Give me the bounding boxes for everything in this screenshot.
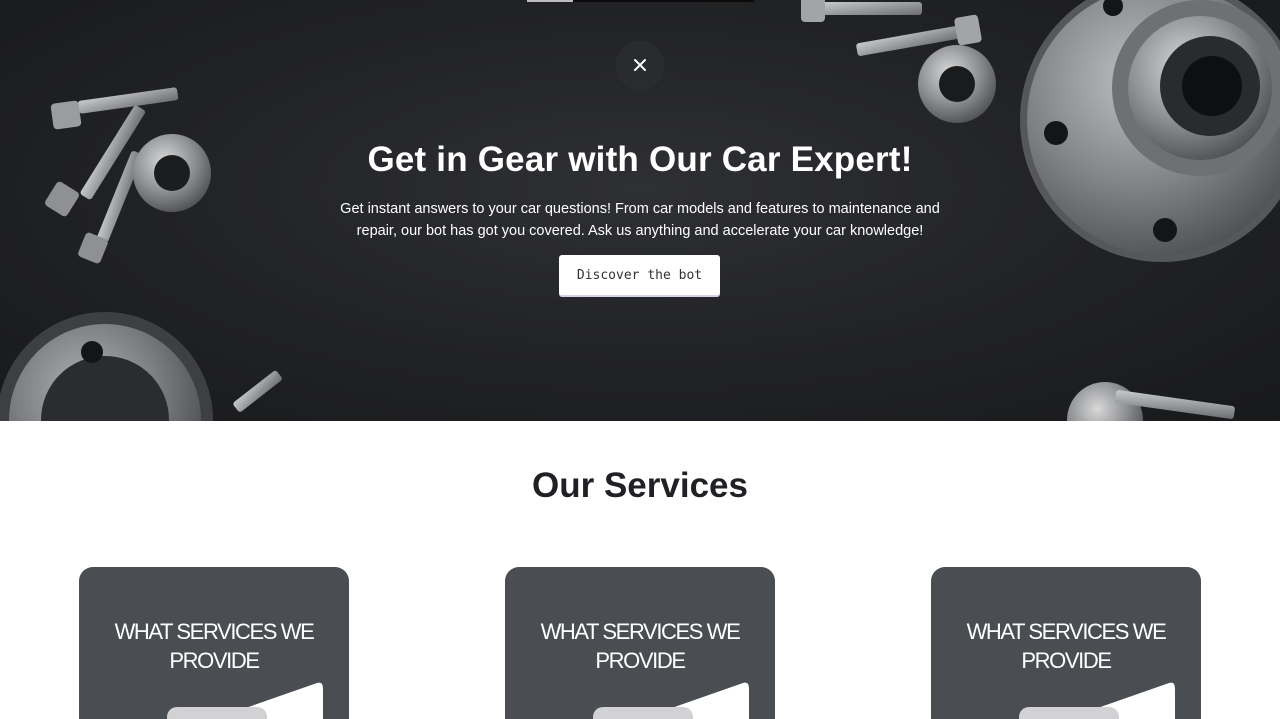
scroll-indicator-track: [573, 0, 754, 2]
hero-banner: Get in Gear with Our Car Expert! Get ins…: [0, 0, 1280, 421]
service-card[interactable]: WHAT SERVICES WE PROVIDE: [505, 567, 775, 719]
bolt-top-left-1: [50, 87, 179, 130]
close-icon: [634, 59, 646, 71]
service-card-title: WHAT SERVICES WE PROVIDE: [540, 619, 741, 673]
close-button[interactable]: [617, 42, 663, 88]
service-card-title: WHAT SERVICES WE PROVIDE: [966, 619, 1167, 673]
service-card-illustration: [1019, 682, 1175, 719]
service-card-illustration: [167, 682, 323, 719]
service-card-title: WHAT SERVICES WE PROVIDE: [114, 619, 315, 673]
wheel-hub-right: [1020, 0, 1280, 262]
services-heading: Our Services: [532, 466, 748, 505]
hero-description: Get instant answers to your car question…: [340, 201, 940, 239]
bolt-bottom-right: [1067, 382, 1235, 421]
service-card-illustration: [593, 682, 749, 719]
hero-title: Get in Gear with Our Car Expert!: [367, 140, 913, 179]
service-card[interactable]: WHAT SERVICES WE PROVIDE: [931, 567, 1201, 719]
service-card[interactable]: WHAT SERVICES WE PROVIDE: [79, 567, 349, 719]
bolt-top-right-1: [801, 0, 922, 22]
discover-bot-button[interactable]: Discover the bot: [559, 255, 720, 295]
hub-bottom-left: [0, 312, 282, 421]
scroll-indicator-active: [527, 0, 573, 2]
nut-right: [918, 45, 996, 123]
